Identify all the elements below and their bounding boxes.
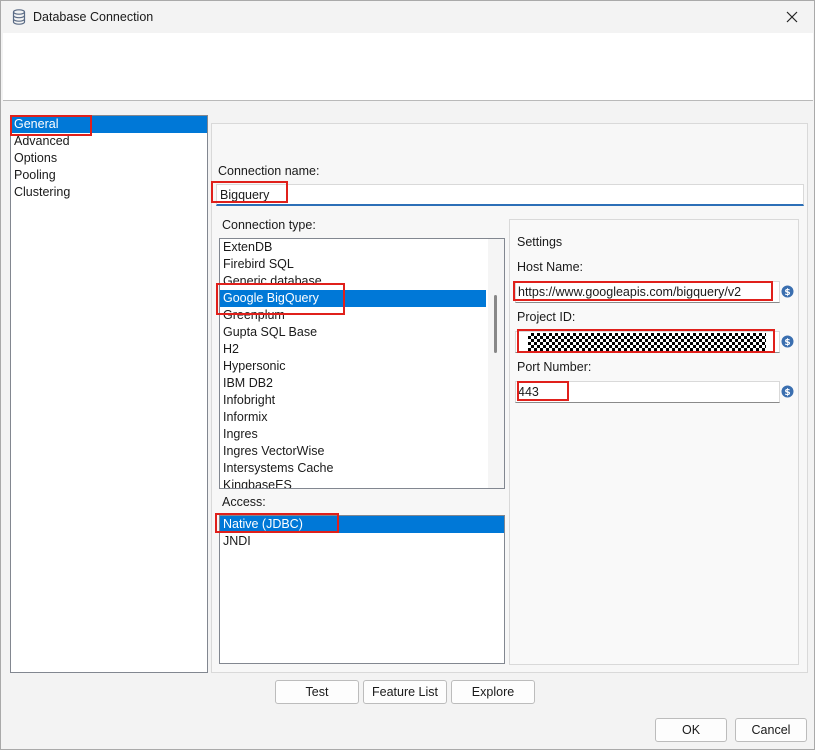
type-item[interactable]: Gupta SQL Base (220, 324, 486, 341)
settings-title: Settings (517, 235, 563, 249)
close-icon (786, 11, 798, 23)
access-item-native-jdbc[interactable]: Native (JDBC) (220, 516, 504, 533)
window-title: Database Connection (33, 10, 154, 24)
connection-name-label: Connection name: (218, 164, 320, 178)
connection-type-label: Connection type: (222, 218, 316, 232)
project-id-label: Project ID: (517, 310, 576, 324)
type-item[interactable]: KingbaseES (220, 477, 486, 488)
cancel-button[interactable]: Cancel (735, 718, 807, 742)
type-item-selected[interactable]: Google BigQuery (220, 290, 486, 307)
nav-item-advanced[interactable]: Advanced (11, 133, 207, 150)
explore-button[interactable]: Explore (451, 680, 535, 704)
type-item[interactable]: ExtenDB (220, 239, 486, 256)
host-name-label: Host Name: (517, 260, 583, 274)
category-list[interactable]: General Advanced Options Pooling Cluster… (10, 115, 208, 673)
type-item[interactable]: IBM DB2 (220, 375, 486, 392)
type-item[interactable]: Greenplum (220, 307, 486, 324)
connection-name-input[interactable]: Bigquery (216, 184, 804, 206)
type-item[interactable]: Hypersonic (220, 358, 486, 375)
type-item[interactable]: Intersystems Cache (220, 460, 486, 477)
redacted-project-id (528, 333, 766, 351)
port-number-input[interactable]: 443 (515, 381, 780, 403)
feature-list-button[interactable]: Feature List (363, 680, 447, 704)
type-item[interactable]: Ingres VectorWise (220, 443, 486, 460)
svg-text:$: $ (784, 338, 790, 348)
nav-item-pooling[interactable]: Pooling (11, 167, 207, 184)
svg-text:$: $ (784, 388, 790, 398)
port-number-label: Port Number: (517, 360, 592, 374)
close-button[interactable] (770, 1, 814, 33)
type-list-scrollbar[interactable] (488, 239, 504, 488)
access-label: Access: (222, 495, 266, 509)
nav-item-clustering[interactable]: Clustering (11, 184, 207, 201)
database-connection-dialog: Database Connection General Advanced Opt… (0, 0, 815, 750)
test-button[interactable]: Test (275, 680, 359, 704)
variable-icon[interactable]: $ (781, 285, 794, 298)
nav-item-general[interactable]: General (11, 116, 207, 133)
variable-icon[interactable]: $ (781, 335, 794, 348)
nav-item-options[interactable]: Options (11, 150, 207, 167)
database-icon (12, 9, 26, 25)
title-bar: Database Connection (1, 1, 814, 33)
svg-text:$: $ (784, 288, 790, 298)
access-item-jndi[interactable]: JNDI (220, 533, 504, 550)
type-item[interactable]: Ingres (220, 426, 486, 443)
host-name-input[interactable]: https://www.googleapis.com/bigquery/v2 (515, 281, 780, 303)
type-item[interactable]: Firebird SQL (220, 256, 486, 273)
connection-type-list[interactable]: ExtenDB Firebird SQL Generic database Go… (219, 238, 505, 489)
access-list[interactable]: Native (JDBC) JNDI (219, 515, 505, 664)
type-item[interactable]: H2 (220, 341, 486, 358)
type-item[interactable]: Informix (220, 409, 486, 426)
ok-button[interactable]: OK (655, 718, 727, 742)
type-item[interactable]: Infobright (220, 392, 486, 409)
scroll-thumb[interactable] (494, 295, 497, 353)
variable-icon[interactable]: $ (781, 385, 794, 398)
header-area (3, 33, 813, 101)
type-item[interactable]: Generic database (220, 273, 486, 290)
